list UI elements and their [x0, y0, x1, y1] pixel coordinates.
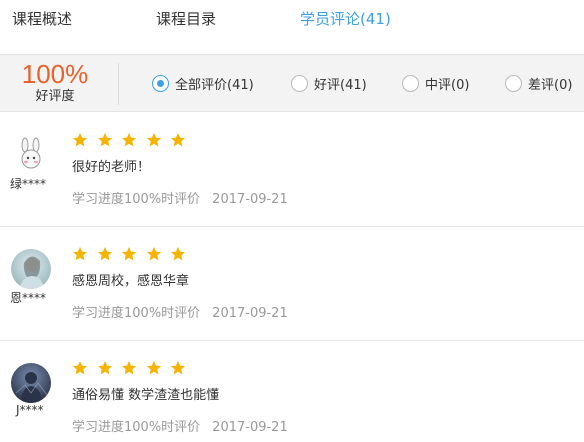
star-icon — [97, 360, 113, 376]
review-text: 通俗易懂 数学渣渣也能懂 — [72, 388, 220, 403]
review-text: 感恩周校，感恩华章 — [72, 274, 190, 289]
star-rating — [72, 360, 195, 376]
review-date: 2017-09-21 — [212, 306, 288, 321]
review-progress: 学习进度100%时评价 — [72, 306, 201, 321]
star-icon — [121, 246, 137, 262]
tab-reviews[interactable]: 学员评论(41) — [300, 8, 391, 29]
avatar[interactable] — [11, 363, 51, 403]
radio-neutral[interactable] — [402, 75, 419, 92]
review-meta: 学习进度100%时评价 2017-09-21 — [72, 188, 288, 207]
username[interactable]: 绿**** — [10, 175, 46, 192]
star-rating — [72, 246, 195, 262]
review-item: J**** 通俗易懂 数学渣渣也能懂 学习进度100%时评价 2017-09-21 — [0, 341, 584, 442]
username[interactable]: 恩**** — [10, 289, 46, 306]
filter-positive[interactable]: 好评(41) — [291, 74, 367, 93]
review-date: 2017-09-21 — [212, 420, 288, 435]
filter-neutral-label: 中评(0) — [425, 78, 470, 93]
filter-all-label: 全部评价(41) — [175, 78, 254, 93]
filter-positive-label: 好评(41) — [314, 78, 367, 93]
avatar[interactable] — [11, 249, 51, 289]
star-icon — [72, 132, 88, 148]
star-icon — [72, 246, 88, 262]
star-icon — [170, 132, 186, 148]
review-meta: 学习进度100%时评价 2017-09-21 — [72, 302, 288, 321]
star-icon — [121, 360, 137, 376]
review-meta: 学习进度100%时评价 2017-09-21 — [72, 416, 288, 435]
filter-negative[interactable]: 差评(0) — [505, 74, 572, 93]
tab-overview[interactable]: 课程概述 — [12, 8, 72, 29]
review-progress: 学习进度100%时评价 — [72, 420, 201, 435]
star-icon — [170, 246, 186, 262]
filter-neutral[interactable]: 中评(0) — [402, 74, 469, 93]
positive-rate: 100% 好评度 — [0, 59, 110, 105]
avatar[interactable] — [11, 135, 51, 175]
review-text: 很好的老师！ — [72, 160, 151, 175]
positive-rate-label: 好评度 — [35, 89, 75, 104]
divider — [118, 63, 119, 105]
filter-all[interactable]: 全部评价(41) — [152, 74, 254, 93]
star-icon — [121, 132, 137, 148]
review-date: 2017-09-21 — [212, 192, 288, 207]
username[interactable]: J**** — [16, 403, 44, 417]
star-icon — [146, 360, 162, 376]
star-rating — [72, 132, 195, 148]
star-icon — [170, 360, 186, 376]
star-icon — [97, 246, 113, 262]
star-icon — [97, 132, 113, 148]
course-tabs: 课程概述 课程目录 学员评论(41) — [0, 0, 584, 54]
review-summary-bar: 100% 好评度 全部评价(41) 好评(41) 中评(0) 差评(0) — [0, 54, 584, 112]
star-icon — [146, 132, 162, 148]
tab-catalog[interactable]: 课程目录 — [156, 8, 216, 29]
review-item: 绿**** 很好的老师！ 学习进度100%时评价 2017-09-21 — [0, 113, 584, 227]
positive-rate-value: 100% — [21, 59, 89, 89]
review-progress: 学习进度100%时评价 — [72, 192, 201, 207]
review-item: 恩**** 感恩周校，感恩华章 学习进度100%时评价 2017-09-21 — [0, 227, 584, 341]
filter-negative-label: 差评(0) — [528, 78, 573, 93]
radio-all[interactable] — [152, 75, 169, 92]
radio-positive[interactable] — [291, 75, 308, 92]
star-icon — [146, 246, 162, 262]
star-icon — [72, 360, 88, 376]
radio-negative[interactable] — [505, 75, 522, 92]
